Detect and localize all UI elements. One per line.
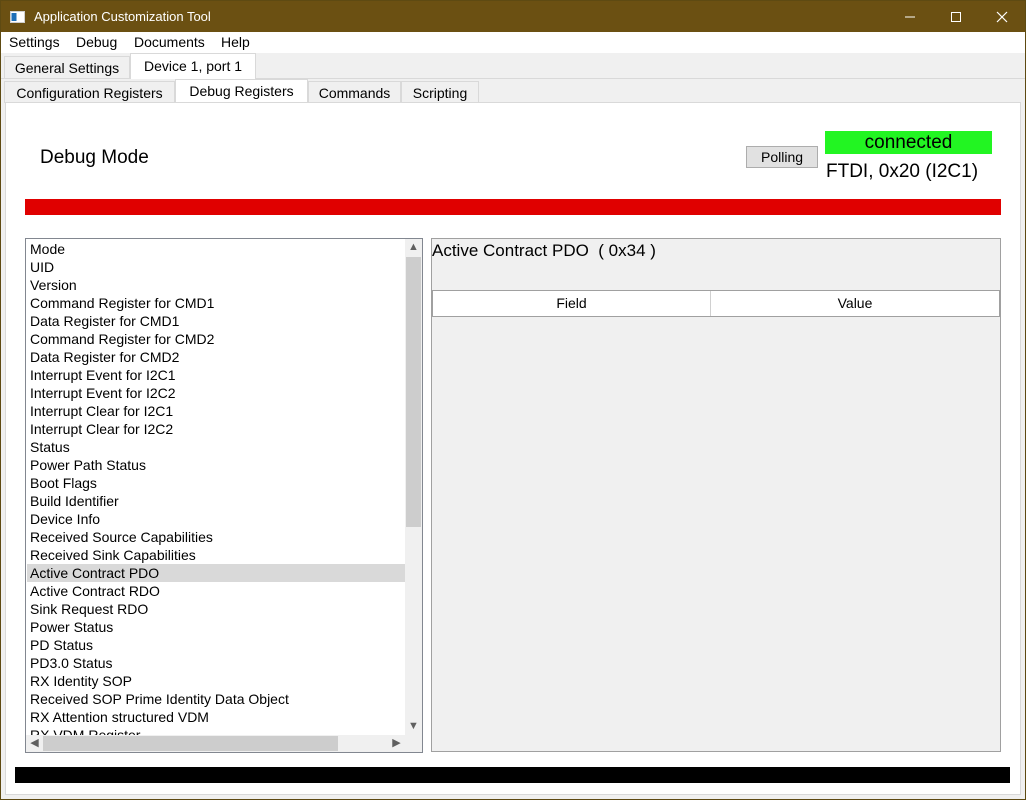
minimize-button[interactable] xyxy=(887,1,933,32)
register-detail-title: Active Contract PDO ( 0x34 ) xyxy=(432,241,656,260)
list-item[interactable]: PD Status xyxy=(27,636,405,654)
connection-info: FTDI, 0x20 (I2C1) xyxy=(826,161,979,182)
tab-device-1-port-1[interactable]: Device 1, port 1 xyxy=(130,53,256,79)
list-item[interactable]: PD3.0 Status xyxy=(27,654,405,672)
debug-mode-label: Debug Mode xyxy=(40,147,149,168)
window-title: Application Customization Tool xyxy=(34,9,211,24)
close-button[interactable] xyxy=(979,1,1025,32)
list-item[interactable]: Version xyxy=(27,276,405,294)
tab-configuration-registers[interactable]: Configuration Registers xyxy=(4,81,175,103)
maximize-button[interactable] xyxy=(933,1,979,32)
menu-documents[interactable]: Documents xyxy=(134,34,205,50)
list-item[interactable]: Interrupt Clear for I2C1 xyxy=(27,402,405,420)
menu-settings[interactable]: Settings xyxy=(9,34,60,50)
register-list: Mode UID Version Command Register for CMD1 D… xyxy=(27,240,405,744)
horizontal-scroll-thumb[interactable] xyxy=(43,736,338,751)
list-item[interactable]: Received Source Capabilities xyxy=(27,528,405,546)
field-value-grid: Field Value xyxy=(432,290,1000,317)
menu-help[interactable]: Help xyxy=(221,34,250,50)
scroll-down-icon[interactable]: ▼ xyxy=(405,718,422,735)
list-item[interactable]: RX Identity SOP xyxy=(27,672,405,690)
status-alert-bar xyxy=(25,199,1001,215)
menu-bar: Settings Debug Documents Help xyxy=(1,32,1025,53)
footer-status-bar xyxy=(15,767,1010,783)
list-item[interactable]: Device Info xyxy=(27,510,405,528)
scroll-corner xyxy=(405,735,422,752)
list-item[interactable]: Command Register for CMD2 xyxy=(27,330,405,348)
list-item[interactable]: Sink Request RDO xyxy=(27,600,405,618)
scroll-left-icon[interactable]: ◀ xyxy=(26,735,43,752)
register-tab-strip: Configuration Registers Debug Registers … xyxy=(4,79,1022,103)
list-item[interactable]: Interrupt Event for I2C2 xyxy=(27,384,405,402)
list-item[interactable]: Boot Flags xyxy=(27,474,405,492)
column-header-field[interactable]: Field xyxy=(433,291,710,316)
column-header-value[interactable]: Value xyxy=(711,291,999,316)
tab-commands[interactable]: Commands xyxy=(308,81,401,103)
list-item[interactable]: Status xyxy=(27,438,405,456)
menu-debug[interactable]: Debug xyxy=(76,34,117,50)
register-listbox[interactable]: Mode UID Version Command Register for CMD1 D… xyxy=(25,238,423,753)
tab-scripting[interactable]: Scripting xyxy=(401,81,479,103)
polling-button[interactable]: Polling xyxy=(746,146,818,168)
list-item[interactable]: Interrupt Event for I2C1 xyxy=(27,366,405,384)
tab-general-settings[interactable]: General Settings xyxy=(4,56,130,78)
tab-debug-registers[interactable]: Debug Registers xyxy=(175,79,308,103)
list-item[interactable]: Power Status xyxy=(27,618,405,636)
list-item[interactable]: UID xyxy=(27,258,405,276)
debug-registers-panel: Debug Mode Polling connected FTDI, 0x20 … xyxy=(5,102,1021,795)
list-item[interactable]: Interrupt Clear for I2C2 xyxy=(27,420,405,438)
scroll-up-icon[interactable]: ▲ xyxy=(405,239,422,256)
list-item[interactable]: Received SOP Prime Identity Data Object xyxy=(27,690,405,708)
list-item[interactable]: Received Sink Capabilities xyxy=(27,546,405,564)
list-item[interactable]: Build Identifier xyxy=(27,492,405,510)
vertical-scrollbar[interactable]: ▲ ▼ xyxy=(405,239,422,735)
horizontal-scrollbar[interactable]: ◀ ▶ xyxy=(26,735,405,752)
app-icon xyxy=(10,10,25,23)
list-item[interactable]: RX Attention structured VDM xyxy=(27,708,405,726)
minimize-icon xyxy=(905,16,915,18)
list-item[interactable]: Data Register for CMD2 xyxy=(27,348,405,366)
vertical-scroll-thumb[interactable] xyxy=(406,257,421,527)
list-item[interactable]: Data Register for CMD1 xyxy=(27,312,405,330)
scroll-right-icon[interactable]: ▶ xyxy=(388,735,405,752)
connection-status-badge: connected xyxy=(825,131,992,154)
list-item[interactable]: Command Register for CMD1 xyxy=(27,294,405,312)
list-item[interactable]: Mode xyxy=(27,240,405,258)
list-item[interactable]: Active Contract PDO xyxy=(27,564,405,582)
maximize-icon xyxy=(951,12,961,22)
list-item[interactable]: Active Contract RDO xyxy=(27,582,405,600)
close-icon xyxy=(996,11,1008,23)
list-item[interactable]: Power Path Status xyxy=(27,456,405,474)
device-tab-strip: General Settings Device 1, port 1 xyxy=(1,53,1025,79)
app-window: Application Customization Tool Settings … xyxy=(0,0,1026,800)
register-detail-panel: Active Contract PDO ( 0x34 ) Field Value xyxy=(431,238,1001,752)
title-bar[interactable]: Application Customization Tool xyxy=(1,1,1025,32)
